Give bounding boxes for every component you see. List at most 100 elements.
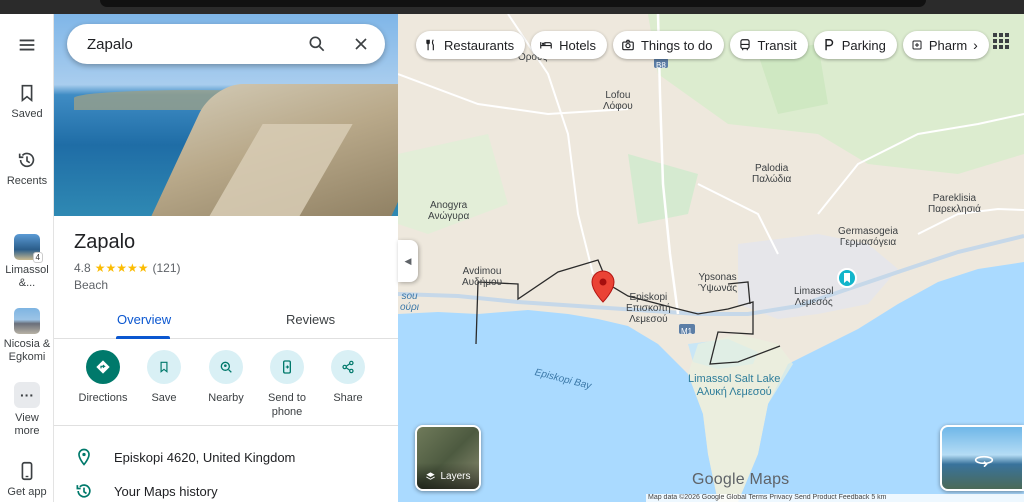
history-icon (76, 484, 91, 498)
recent-label: Nicosia & Egkomi (3, 338, 51, 363)
bookmark-icon (21, 84, 33, 103)
search-icon[interactable] (307, 34, 327, 54)
map-label-pareklisia: Pareklisia Παρεκλησιά (928, 193, 981, 215)
reviews-count[interactable]: (121) (152, 261, 180, 275)
chip-parking[interactable]: Parking (813, 31, 897, 59)
menu-button[interactable] (0, 34, 54, 60)
tab-overview[interactable]: Overview (117, 312, 171, 327)
recent-count-badge: 4 (32, 252, 43, 263)
phone-icon (21, 461, 33, 481)
place-rating: 4.8 ★★★★★ (121) (74, 261, 181, 275)
chip-things-to-do[interactable]: Things to do (612, 31, 724, 59)
left-rail: Saved Recents 4 Limassol &... Nicosia & … (0, 14, 54, 502)
tab-reviews[interactable]: Reviews (286, 312, 335, 327)
recent-thumbnail: 4 (14, 234, 43, 263)
bus-icon (739, 39, 750, 51)
send-to-phone-icon (270, 350, 304, 384)
map-canvas[interactable]: Όρους B8 M1 Lofou Λόφου Palodia Παλώδια Pa… (398, 14, 1024, 502)
chip-hotels[interactable]: Hotels (531, 31, 607, 59)
chip-label: Transit (757, 37, 797, 53)
collapse-panel-button[interactable]: ◀ (398, 240, 418, 282)
place-category[interactable]: Beach (74, 278, 108, 292)
rating-stars: ★★★★★ (94, 261, 149, 275)
more-dots-icon: ··· (14, 382, 40, 408)
map-label-palodia: Palodia Παλώδια (752, 163, 792, 185)
get-app-button[interactable]: Get app (0, 460, 54, 498)
get-app-label: Get app (7, 486, 47, 498)
directions-button[interactable]: Directions (72, 350, 134, 405)
chip-label: Pharm (928, 37, 968, 53)
fork-knife-icon (426, 39, 434, 51)
map-label-limassol: Limassol Λεμεσός (794, 286, 834, 308)
google-maps-logo: Google Maps (692, 471, 790, 488)
pharmacy-icon (912, 40, 922, 50)
saved-button[interactable]: Saved (0, 82, 54, 120)
place-pin-icon[interactable] (591, 270, 615, 303)
history-row[interactable]: Your Maps history (54, 477, 398, 502)
recent-thumbnail (14, 308, 40, 334)
recent-item-nicosia[interactable]: Nicosia & Egkomi (0, 308, 54, 364)
chip-label: Things to do (640, 37, 713, 53)
browser-top-bar (0, 0, 1024, 14)
browser-toolbar-edge (100, 0, 926, 7)
send-to-phone-label: Send to phone (268, 392, 306, 418)
share-icon (331, 350, 365, 384)
search-input[interactable]: Zapalo (87, 36, 133, 53)
place-title: Zapalo (74, 231, 136, 253)
share-label: Share (333, 392, 363, 404)
map-label-episkopi: Episkopi Επισκοπή Λεμεσού (626, 292, 671, 325)
directions-label: Directions (78, 392, 128, 404)
map-label-partial: sou ούρι (400, 291, 420, 313)
save-label: Save (151, 392, 177, 404)
layers-label: Layers (440, 470, 471, 482)
location-pin-icon (78, 448, 90, 466)
map-label-germasogeia: Germasogeia Γερμασόγεια (838, 226, 899, 248)
history-icon (18, 152, 35, 168)
rating-value: 4.8 (74, 261, 91, 275)
search-box[interactable]: Zapalo (67, 24, 385, 64)
close-icon[interactable] (351, 34, 371, 54)
share-button[interactable]: Share (317, 350, 379, 405)
street-view-thumbnail[interactable] (940, 425, 1024, 491)
map-graphics (398, 14, 1024, 502)
chip-label: Hotels (559, 37, 596, 53)
layers-button[interactable]: Layers (415, 425, 481, 491)
chip-restaurants[interactable]: Restaurants (416, 31, 526, 59)
apps-grid-icon[interactable] (992, 32, 1010, 50)
map-attribution[interactable]: Map data ©2026 Google Global Terms Priva… (646, 494, 1024, 502)
map-label-avdimou: Avdimou Αυδήμου (462, 266, 503, 288)
action-buttons: Directions Save Nearby Send to phone Sha… (54, 350, 398, 426)
chip-scroll-next[interactable]: › (973, 37, 978, 53)
chip-transit[interactable]: Transit (729, 31, 808, 59)
road-shield-label: M1 (681, 327, 693, 336)
rotate-360-icon (974, 455, 994, 467)
save-button[interactable]: Save (133, 350, 195, 405)
menu-icon (19, 39, 35, 51)
place-panel: Zapalo Zapalo 4.8 ★★★★★ (121) Beach Over… (54, 14, 398, 502)
bed-icon (540, 42, 552, 49)
tab-active-indicator (116, 336, 170, 339)
place-tabs: Overview Reviews (54, 304, 398, 339)
map-label-lofou: Lofou Λόφου (603, 90, 633, 112)
parking-icon (825, 39, 833, 51)
map-label-ypsonas: Ypsonas Ύψωνας (698, 272, 738, 294)
address-row[interactable]: Episkopi 4620, United Kingdom (54, 443, 398, 471)
chip-pharmacy[interactable]: Pharm › (902, 31, 989, 59)
recents-button[interactable]: Recents (0, 149, 54, 187)
view-more-button[interactable]: ··· View more (0, 382, 54, 438)
road-shield-label: B8 (656, 61, 666, 70)
saved-label: Saved (11, 108, 43, 120)
layers-label-row: Layers (417, 463, 479, 489)
chip-label: Parking (841, 37, 886, 53)
nearby-icon (209, 350, 243, 384)
camera-icon (622, 39, 634, 51)
send-to-phone-button[interactable]: Send to phone (256, 350, 318, 419)
bookmark-marker-icon[interactable] (837, 268, 857, 288)
history-text: Your Maps history (114, 483, 218, 499)
nearby-button[interactable]: Nearby (195, 350, 257, 405)
category-chips: Restaurants Hotels Things to do Transit … (416, 31, 989, 59)
recent-item-limassol[interactable]: 4 Limassol &... (0, 234, 54, 290)
map-label-anogyra: Anogyra Ανώγυρα (428, 200, 470, 222)
bookmark-icon (147, 350, 181, 384)
layers-icon (426, 471, 436, 480)
